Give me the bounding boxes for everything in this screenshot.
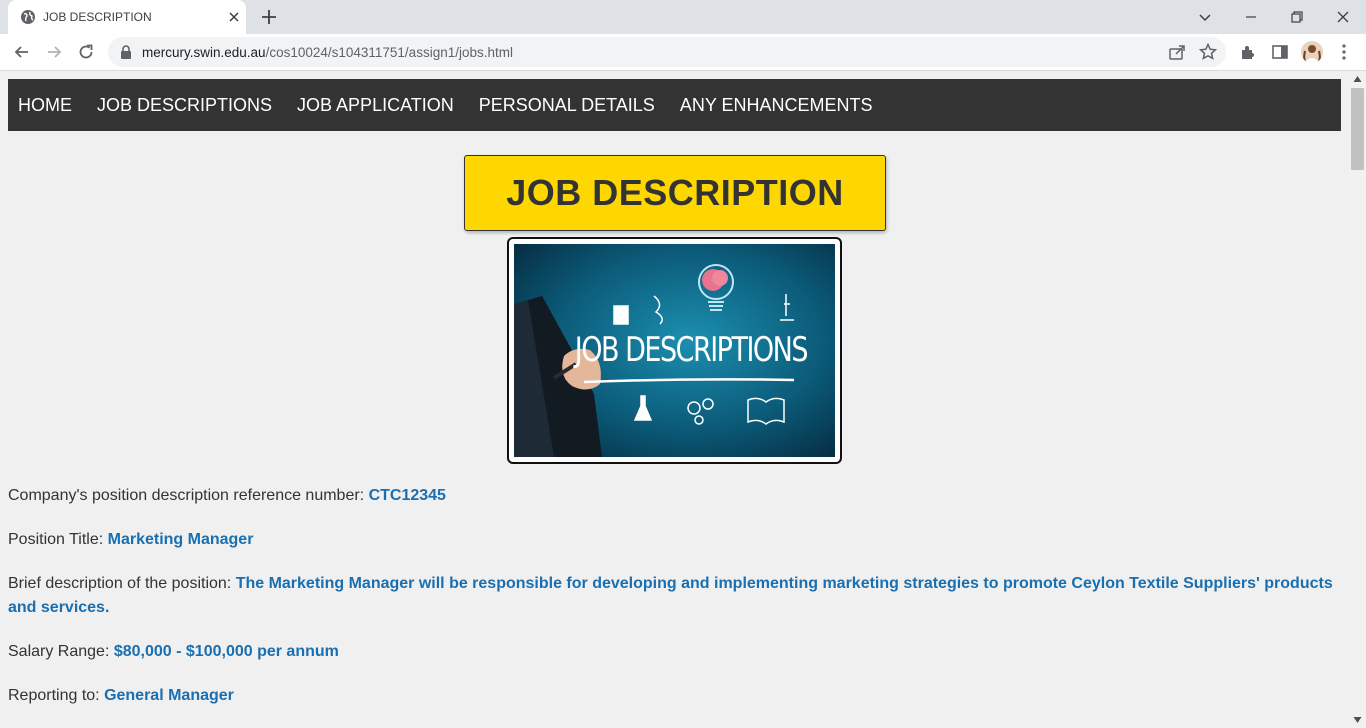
share-icon[interactable]	[1167, 42, 1187, 62]
lock-icon[interactable]	[120, 45, 132, 59]
hero-image-caption: JOB DESCRIPTIONS	[574, 331, 809, 370]
reporting-to-value: General Manager	[104, 687, 234, 704]
restore-icon[interactable]	[1286, 6, 1308, 28]
page-title: JOB DESCRIPTION	[506, 172, 844, 213]
reporting-to-label: Reporting to:	[8, 687, 105, 704]
address-bar[interactable]: mercury.swin.edu.au/cos10024/s104311751/…	[108, 37, 1226, 67]
tab-title: JOB DESCRIPTION	[43, 10, 152, 24]
position-title-label: Position Title:	[8, 531, 108, 548]
minimize-icon[interactable]	[1240, 6, 1262, 28]
profile-avatar-image	[1303, 45, 1321, 63]
bookmark-star-icon[interactable]	[1198, 42, 1218, 62]
tab-search-icon[interactable]	[1194, 6, 1216, 28]
browser-tab[interactable]: JOB DESCRIPTION	[8, 0, 246, 34]
nav-item-job-descriptions[interactable]: JOB DESCRIPTIONS	[97, 95, 272, 116]
menu-dots-icon[interactable]	[1334, 42, 1354, 62]
reference-number-label: Company's position description reference…	[8, 487, 369, 504]
globe-icon	[21, 10, 35, 24]
browser-tab-bar: JOB DESCRIPTION	[0, 0, 1366, 34]
profile-avatar[interactable]	[1301, 41, 1323, 63]
reference-number-line: Company's position description reference…	[8, 484, 1338, 508]
close-window-icon[interactable]	[1332, 6, 1354, 28]
page-viewport: HOME JOB DESCRIPTIONS JOB APPLICATION PE…	[0, 72, 1349, 728]
nav-item-job-application[interactable]: JOB APPLICATION	[297, 95, 454, 116]
salary-range-label: Salary Range:	[8, 643, 114, 660]
hero-image-frame: JOB DESCRIPTIONS	[507, 237, 842, 464]
page-heading-box: JOB DESCRIPTION	[464, 155, 886, 231]
url-host: mercury.swin.edu.au	[142, 45, 266, 60]
salary-range-value: $80,000 - $100,000 per annum	[113, 643, 339, 660]
vertical-scrollbar[interactable]	[1349, 72, 1366, 728]
reporting-to-line: Reporting to: General Manager	[8, 684, 1338, 708]
brief-description-line: Brief description of the position: The M…	[8, 572, 1338, 620]
nav-item-any-enhancements[interactable]: ANY ENHANCEMENTS	[680, 95, 873, 116]
nav-item-personal-details[interactable]: PERSONAL DETAILS	[479, 95, 655, 116]
new-tab-icon[interactable]	[260, 8, 278, 26]
browser-toolbar: mercury.swin.edu.au/cos10024/s104311751/…	[0, 34, 1366, 71]
position-title-line: Position Title: Marketing Manager	[8, 528, 1338, 552]
extensions-icon[interactable]	[1238, 42, 1258, 62]
site-navigation: HOME JOB DESCRIPTIONS JOB APPLICATION PE…	[8, 79, 1341, 131]
close-tab-icon[interactable]	[226, 9, 242, 25]
forward-icon[interactable]	[44, 42, 64, 62]
side-panel-icon[interactable]	[1270, 42, 1290, 62]
position-title-value: Marketing Manager	[107, 531, 254, 548]
url-text: mercury.swin.edu.au/cos10024/s104311751/…	[142, 45, 513, 60]
salary-range-line: Salary Range: $80,000 - $100,000 per ann…	[8, 640, 1338, 664]
brief-description-label: Brief description of the position:	[8, 575, 236, 592]
scroll-down-arrow-icon[interactable]	[1353, 716, 1362, 724]
back-icon[interactable]	[12, 42, 32, 62]
url-path: /cos10024/s104311751/assign1/jobs.html	[265, 45, 513, 60]
reference-number-value: CTC12345	[368, 487, 446, 504]
reload-icon[interactable]	[76, 42, 96, 62]
nav-item-home[interactable]: HOME	[18, 95, 72, 116]
scroll-up-arrow-icon[interactable]	[1353, 75, 1362, 83]
scrollbar-thumb[interactable]	[1351, 88, 1364, 170]
